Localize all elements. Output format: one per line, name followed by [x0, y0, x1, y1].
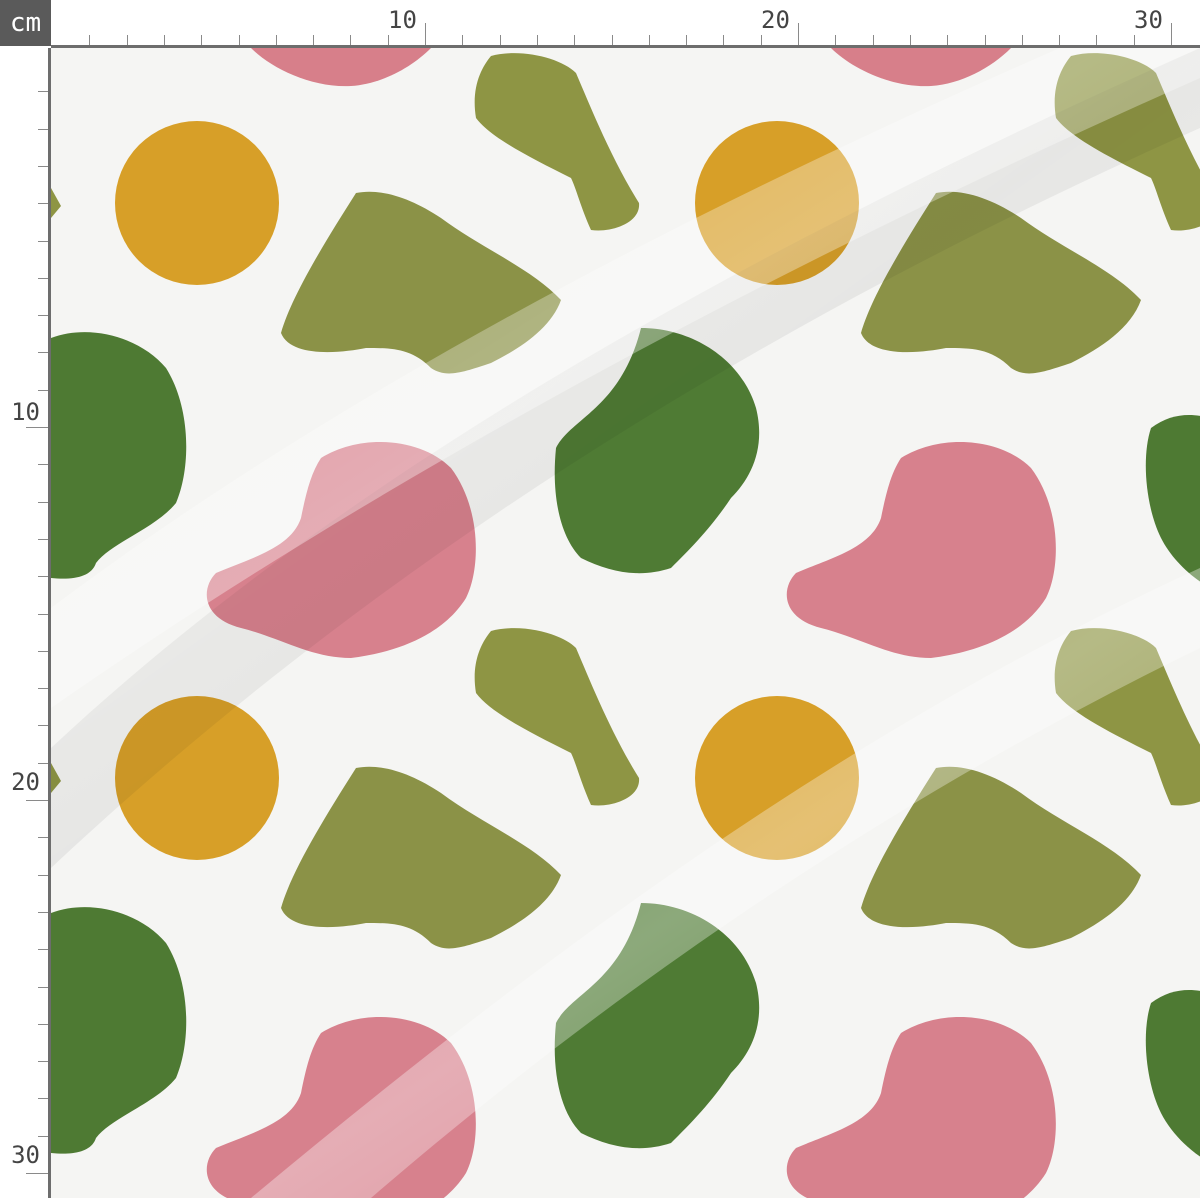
left-ruler-tick	[38, 725, 48, 727]
top-ruler-tick	[238, 35, 240, 45]
top-ruler-label-20: 20	[761, 6, 790, 34]
left-ruler-tick	[38, 91, 48, 93]
top-ruler-tick	[387, 35, 389, 45]
top-ruler-tick	[798, 23, 799, 45]
pink-blob	[831, 48, 1011, 87]
left-ruler-tick	[38, 128, 48, 130]
top-ruler-tick	[1096, 35, 1098, 45]
left-ruler-label-30: 30	[11, 1141, 40, 1169]
left-ruler-tick	[38, 650, 48, 652]
left-ruler-tick	[38, 1135, 48, 1137]
top-ruler-tick	[611, 35, 613, 45]
top-ruler-tick	[1021, 35, 1023, 45]
left-ruler-tick	[38, 1023, 48, 1025]
left-ruler-tick	[38, 874, 48, 876]
left-ruler-tick	[38, 315, 48, 317]
left-ruler-tick	[38, 165, 48, 167]
top-ruler-tick	[984, 35, 986, 45]
dark-green-blob	[51, 907, 187, 1154]
left-ruler: 10 20 30	[0, 48, 51, 1198]
left-ruler-tick	[38, 986, 48, 988]
left-ruler-tick	[38, 501, 48, 503]
left-ruler-tick	[26, 800, 48, 801]
left-ruler-tick	[26, 1173, 48, 1174]
top-ruler-tick	[1059, 35, 1061, 45]
olive-blob	[281, 766, 561, 949]
top-ruler-tick	[313, 35, 315, 45]
left-ruler-tick	[38, 464, 48, 466]
top-ruler-tick	[760, 35, 762, 45]
mustard-circle	[115, 121, 279, 285]
left-ruler-tick	[38, 837, 48, 839]
top-ruler-tick	[723, 35, 725, 45]
top-ruler-tick	[835, 35, 837, 45]
top-ruler-tick	[350, 35, 352, 45]
left-ruler-label-10: 10	[11, 398, 40, 426]
top-ruler-tick	[909, 35, 911, 45]
left-ruler-tick	[38, 576, 48, 578]
olive-blob	[474, 628, 640, 806]
top-ruler-tick	[648, 35, 650, 45]
top-ruler-tick	[89, 35, 91, 45]
left-ruler-tick	[38, 352, 48, 354]
top-ruler-tick	[872, 35, 874, 45]
left-ruler-tick	[38, 613, 48, 615]
top-ruler-tick	[462, 35, 464, 45]
left-ruler-tick	[38, 688, 48, 690]
top-ruler-tick	[425, 23, 426, 45]
top-ruler-tick	[686, 35, 688, 45]
left-ruler-label-20: 20	[11, 768, 40, 796]
pink-blob	[251, 48, 431, 87]
fabric-swatch	[51, 48, 1200, 1198]
top-ruler-tick	[1133, 35, 1135, 45]
top-ruler-tick	[163, 35, 165, 45]
top-ruler-label-30: 30	[1134, 6, 1163, 34]
pink-blob	[786, 1017, 1056, 1198]
top-ruler-tick	[201, 35, 203, 45]
top-ruler-label-10: 10	[388, 6, 417, 34]
left-ruler-tick	[38, 762, 48, 764]
top-ruler: 10 20 30	[51, 0, 1200, 48]
unit-label: cm	[0, 0, 51, 46]
dark-green-blob	[1145, 415, 1200, 582]
left-ruler-tick	[26, 427, 48, 428]
top-ruler-tick	[126, 35, 128, 45]
watercolor-pattern	[51, 48, 1200, 1198]
olive-sliver	[51, 188, 61, 218]
top-ruler-tick	[499, 35, 501, 45]
left-ruler-tick	[38, 240, 48, 242]
top-ruler-tick	[1171, 23, 1172, 45]
top-ruler-tick	[275, 35, 277, 45]
left-ruler-tick	[38, 538, 48, 540]
left-ruler-tick	[38, 389, 48, 391]
left-ruler-tick	[38, 1061, 48, 1063]
olive-blob	[474, 53, 640, 231]
dark-green-blob	[1145, 990, 1200, 1157]
left-ruler-tick	[38, 949, 48, 951]
pink-blob	[786, 441, 1056, 658]
top-ruler-tick	[947, 35, 949, 45]
left-ruler-tick	[38, 277, 48, 279]
top-ruler-tick	[574, 35, 576, 45]
left-ruler-tick	[38, 203, 48, 205]
left-ruler-tick	[38, 1098, 48, 1100]
left-ruler-tick	[38, 911, 48, 913]
top-ruler-tick	[536, 35, 538, 45]
